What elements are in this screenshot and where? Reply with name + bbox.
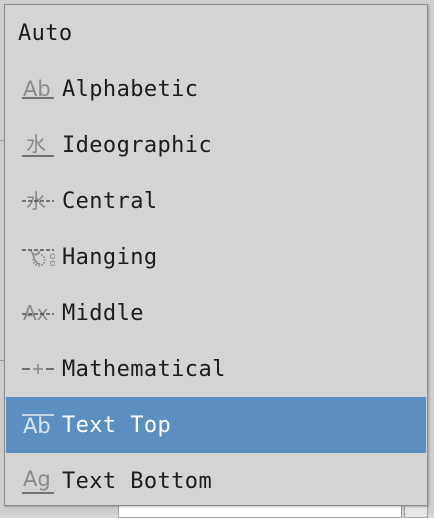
menu-item-middle[interactable]: Ax Middle: [6, 285, 426, 341]
menu-item-auto[interactable]: Auto: [6, 5, 426, 61]
menu-item-label: Ideographic: [62, 132, 213, 158]
baseline-text-top-icon: Ab: [16, 397, 60, 453]
baseline-mathematical-icon: [16, 341, 60, 397]
svg-text:水: 水: [26, 132, 46, 156]
svg-text:Ag: Ag: [23, 467, 51, 491]
menu-item-label: Mathematical: [62, 356, 226, 382]
menu-item-label: Alphabetic: [62, 76, 199, 102]
baseline-hanging-icon: ঃ: [16, 229, 60, 285]
menu-item-text-top[interactable]: Ab Text Top: [6, 397, 426, 453]
baseline-ideographic-icon: 水: [16, 117, 60, 173]
menu-item-mathematical[interactable]: Mathematical: [6, 341, 426, 397]
svg-text:ঃ: ঃ: [30, 249, 55, 271]
menu-item-label: Text Bottom: [62, 468, 213, 494]
menu-item-label: Auto: [18, 20, 73, 46]
baseline-dropdown-menu: Auto Ab Alphabetic 水 Ideographic 水 Centr…: [4, 4, 428, 506]
baseline-central-icon: 水: [16, 173, 60, 229]
menu-item-hanging[interactable]: ঃ Hanging: [6, 229, 426, 285]
menu-item-label: Text Top: [62, 412, 172, 438]
menu-item-label: Middle: [62, 300, 144, 326]
menu-item-ideographic[interactable]: 水 Ideographic: [6, 117, 426, 173]
menu-item-text-bottom[interactable]: Ag Text Bottom: [6, 453, 426, 509]
svg-text:Ax: Ax: [23, 301, 49, 325]
baseline-text-bottom-icon: Ag: [16, 453, 60, 509]
baseline-middle-icon: Ax: [16, 285, 60, 341]
menu-item-alphabetic[interactable]: Ab Alphabetic: [6, 61, 426, 117]
svg-text:Ab: Ab: [23, 414, 51, 438]
menu-item-label: Hanging: [62, 244, 158, 270]
menu-item-label: Central: [62, 188, 158, 214]
menu-item-central[interactable]: 水 Central: [6, 173, 426, 229]
baseline-alphabetic-icon: Ab: [16, 61, 60, 117]
